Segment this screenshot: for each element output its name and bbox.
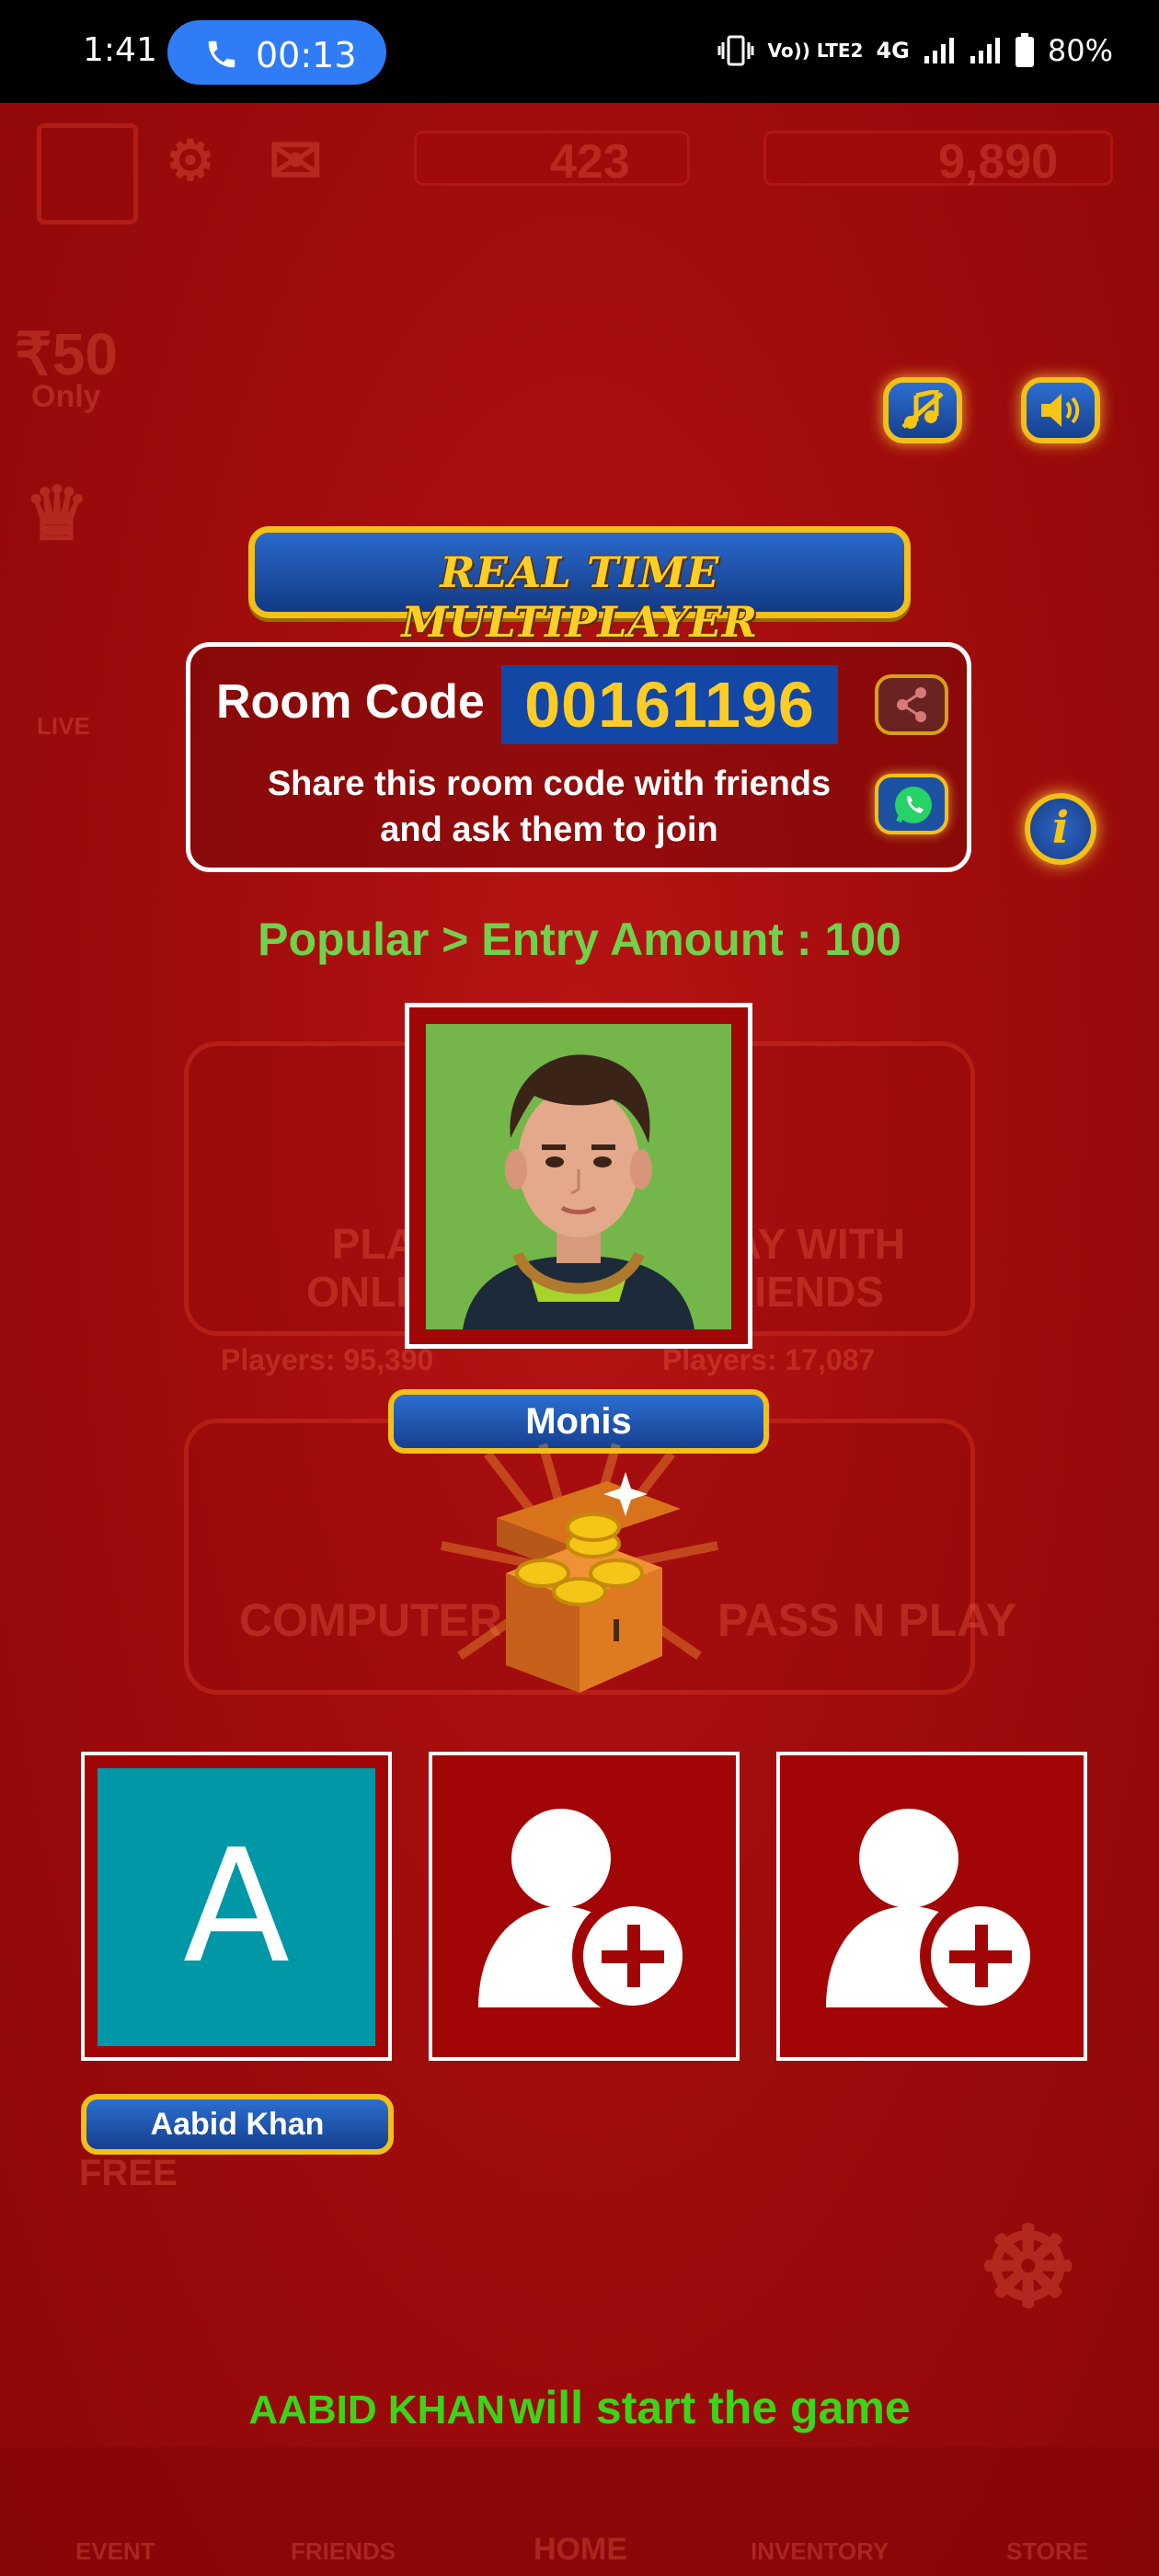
room-code-label: Room Code : [216, 675, 514, 729]
clock: 1:41 [83, 31, 157, 69]
vibrate-icon [717, 35, 754, 66]
share-button[interactable] [875, 674, 948, 735]
bg-settings-icon: ⚙ [166, 130, 215, 191]
host-avatar-frame [405, 1003, 752, 1349]
room-code-panel: Room Code : 00161196 Share this room cod… [186, 642, 971, 872]
bg-nav-inventory: INVENTORY [751, 2537, 889, 2565]
signal-icon-sim2 [970, 38, 1000, 63]
volte-indicator: Vo)) LTE2 [767, 40, 864, 62]
bg-nav-friends: FRIENDS [291, 2537, 396, 2565]
bg-players-online: Players: 95,390 [221, 1343, 434, 1376]
ongoing-call-chip[interactable]: 00:13 [167, 20, 386, 85]
bg-nav-home: HOME [534, 2532, 627, 2567]
boy-avatar-illustration [426, 1024, 731, 1329]
share-icon [897, 687, 926, 722]
bg-bottom-nav: EVENT FRIENDS HOME INVENTORY STORE [0, 2447, 1159, 2576]
share-line-2: and ask them to join [380, 811, 718, 849]
bg-pass-n-play: PASS N PLAY [717, 1594, 1017, 1646]
status-icons: Vo)) LTE2 4G 80% [717, 28, 1113, 74]
speaker-icon [1041, 394, 1080, 427]
battery-icon [1015, 33, 1034, 67]
battery-percent: 80% [1047, 33, 1113, 68]
whatsapp-icon [895, 787, 932, 823]
treasure-chest-icon [441, 1443, 718, 1693]
room-code-value: 00161196 [501, 665, 838, 744]
add-user-icon [478, 1809, 694, 2017]
invite-player-slot-2[interactable] [429, 1752, 740, 2061]
title-banner: REAL TIME MULTIPLAYER [248, 526, 911, 647]
player-slot-1: A [81, 1752, 392, 2061]
player-initial-avatar: A [98, 1768, 375, 2046]
banner-title: REAL TIME MULTIPLAYER [401, 547, 758, 647]
bg-live-label: LIVE [37, 712, 90, 740]
player-1-name-tag: Aabid Khan [81, 2094, 394, 2155]
bg-profile-avatar [37, 123, 138, 224]
music-muted-icon [901, 390, 944, 429]
start-message-text: will start the game [509, 2382, 911, 2433]
bg-nav-event: EVENT [75, 2537, 155, 2565]
bg-promo-only: Only [31, 379, 101, 414]
add-user-icon [826, 1809, 1041, 2017]
bg-free-label: FREE [79, 2153, 178, 2193]
phone-icon [208, 40, 235, 68]
call-timer: 00:13 [256, 35, 357, 75]
bg-mail-icon: ✉ [269, 125, 323, 197]
info-button[interactable]: i [1025, 793, 1096, 865]
status-bar: 1:41 00:13 Vo)) LTE2 4G 80% [0, 0, 1159, 103]
bg-spin-wheel-icon: ☸ [979, 2206, 1078, 2329]
host-avatar [426, 1024, 731, 1329]
share-instructions: Share this room code with friends and as… [246, 761, 853, 853]
signal-icon [924, 38, 954, 63]
network-type: 4G [876, 38, 910, 63]
bg-gems: 9,890 [938, 135, 1059, 189]
invite-player-slot-3[interactable] [776, 1752, 1087, 2061]
whatsapp-share-button[interactable] [875, 774, 948, 834]
start-game-message: AABID KHAN will start the game [0, 2381, 1159, 2434]
starter-name: AABID KHAN [248, 2387, 505, 2432]
bg-nav-store: STORE [1006, 2537, 1089, 2565]
bg-coins: 423 [550, 135, 630, 189]
music-toggle-button[interactable] [883, 377, 962, 443]
sound-toggle-button[interactable] [1021, 377, 1100, 443]
bg-crown-icon: ♛ [24, 473, 90, 555]
entry-amount-text: Popular > Entry Amount : 100 [258, 914, 901, 965]
share-line-1: Share this room code with friends [267, 765, 832, 803]
